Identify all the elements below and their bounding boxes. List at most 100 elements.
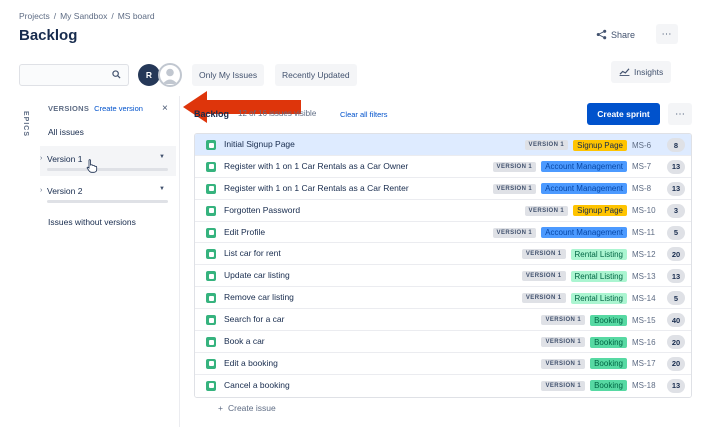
epic-badge[interactable]: Booking [590, 358, 627, 370]
version-item-1[interactable]: › Version 1 ▼ [40, 146, 176, 176]
story-points-badge: 20 [667, 356, 685, 371]
epic-badge[interactable]: Account Management [541, 161, 627, 173]
chevron-down-icon[interactable]: ▼ [159, 154, 165, 160]
create-issue-button[interactable]: + Create issue [218, 403, 276, 413]
insights-button[interactable]: Insights [611, 61, 672, 83]
chevron-right-icon[interactable]: › [40, 155, 42, 162]
epic-badge[interactable]: Booking [590, 336, 627, 348]
issue-key[interactable]: MS-17 [632, 359, 662, 368]
story-icon [206, 293, 216, 304]
issue-summary: Cancel a booking [224, 379, 290, 390]
issue-summary: List car for rent [224, 248, 281, 259]
issue-row[interactable]: Cancel a booking VERSION 1 Booking MS-18 13 [195, 374, 691, 397]
issue-row[interactable]: Book a car VERSION 1 Booking MS-16 20 [195, 331, 691, 353]
versions-title: VERSIONS [48, 104, 90, 113]
issue-row[interactable]: Edit Profile VERSION 1 Account Management M… [195, 221, 691, 244]
create-issue-label: Create issue [227, 403, 276, 413]
breadcrumb-my-sandbox[interactable]: My Sandbox [60, 11, 107, 21]
version-badge: VERSION 1 [541, 358, 586, 369]
epic-badge[interactable]: Signup Page [573, 139, 627, 151]
hand-cursor-icon [86, 159, 98, 175]
epic-badge[interactable]: Booking [590, 380, 627, 392]
version-badge: VERSION 1 [521, 271, 566, 282]
chevron-down-icon[interactable]: ▼ [159, 186, 165, 192]
breadcrumb-projects[interactable]: Projects [19, 11, 50, 21]
version-badge: VERSION 1 [521, 249, 566, 260]
more-actions-button[interactable]: ⋯ [656, 24, 678, 44]
issue-key[interactable]: MS-15 [632, 316, 662, 325]
epic-badge[interactable]: Rental Listing [570, 292, 627, 304]
issues-without-versions-item[interactable]: Issues without versions [48, 217, 136, 227]
issue-summary: Register with 1 on 1 Car Rentals as a Ca… [224, 182, 409, 193]
issue-row[interactable]: Forgotten Password VERSION 1 Signup Page MS… [195, 199, 691, 222]
issue-key[interactable]: MS-7 [632, 162, 662, 171]
epic-badge[interactable]: Signup Page [573, 205, 627, 217]
story-icon [206, 249, 216, 260]
issue-summary: Edit Profile [224, 226, 266, 237]
story-icon [206, 227, 216, 238]
versions-panel: VERSIONS Create version × All issues › V… [38, 96, 180, 427]
version-badge: VERSION 1 [541, 380, 586, 391]
issue-summary: Edit a booking [224, 357, 278, 368]
epic-badge[interactable]: Rental Listing [570, 248, 627, 260]
versions-header: VERSIONS Create version [48, 104, 143, 113]
issue-row[interactable]: Register with 1 on 1 Car Rentals as a Ca… [195, 177, 691, 200]
all-issues-item[interactable]: All issues [48, 127, 84, 137]
issue-row[interactable]: Remove car listing VERSION 1 Rental Listin… [195, 287, 691, 310]
epic-badge[interactable]: Account Management [541, 183, 627, 195]
issue-key[interactable]: MS-10 [632, 206, 662, 215]
breadcrumb-separator: / [53, 11, 57, 21]
issue-key[interactable]: MS-18 [632, 381, 662, 390]
share-button[interactable]: Share [596, 26, 635, 44]
epic-badge[interactable]: Account Management [541, 227, 627, 239]
chevron-right-icon[interactable]: › [40, 187, 42, 194]
search-input[interactable] [20, 65, 108, 85]
only-my-issues-filter[interactable]: Only My Issues [192, 64, 265, 86]
issue-key[interactable]: MS-6 [632, 141, 662, 150]
issue-row[interactable]: List car for rent VERSION 1 Rental Listing… [195, 243, 691, 266]
issue-row[interactable]: Edit a booking VERSION 1 Booking MS-17 20 [195, 352, 691, 375]
epic-badge[interactable]: Rental Listing [570, 270, 627, 282]
epic-badge[interactable]: Booking [590, 314, 627, 326]
recently-updated-filter[interactable]: Recently Updated [275, 64, 357, 86]
story-icon [206, 380, 216, 391]
clear-filters-link[interactable]: Clear all filters [340, 110, 388, 119]
issue-key[interactable]: MS-12 [632, 250, 662, 259]
version-item-2[interactable]: › Version 2 ▼ [40, 178, 176, 208]
version-badge: VERSION 1 [492, 227, 537, 238]
issue-key[interactable]: MS-13 [632, 272, 662, 281]
issue-key[interactable]: MS-16 [632, 338, 662, 347]
issue-key[interactable]: MS-11 [632, 228, 662, 237]
annotation-arrow-icon [183, 90, 305, 126]
breadcrumb-separator: / [111, 11, 114, 21]
version-badge: VERSION 1 [541, 315, 586, 326]
version-badge: VERSION 1 [524, 140, 569, 150]
issue-summary: Register with 1 on 1 Car Rentals as a Ca… [224, 160, 409, 171]
version-name: Version 2 [47, 186, 83, 196]
version-name: Version 1 [47, 154, 83, 164]
issue-meta: VERSION 1 Rental Listing MS-14 5 [521, 290, 685, 306]
user-avatar-icon[interactable] [158, 63, 182, 87]
story-icon [206, 271, 216, 282]
breadcrumb-ms-board[interactable]: MS board [118, 11, 155, 21]
issue-row[interactable]: Register with 1 on 1 Car Rentals as a Ca… [195, 155, 691, 178]
create-sprint-button[interactable]: Create sprint [587, 103, 660, 125]
breadcrumb: Projects / My Sandbox / MS board [19, 11, 155, 21]
issue-summary: Remove car listing [224, 292, 294, 303]
issue-meta: VERSION 1 Booking MS-17 20 [541, 356, 685, 372]
issue-key[interactable]: MS-8 [632, 184, 662, 193]
story-icon [206, 315, 216, 326]
issue-row[interactable]: Search for a car VERSION 1 Booking MS-15 40 [195, 309, 691, 332]
epics-panel-tab[interactable]: EPICS [18, 103, 38, 423]
backlog-more-button[interactable]: ⋯ [668, 103, 692, 125]
close-icon[interactable]: × [162, 103, 168, 114]
avatar[interactable]: R [138, 64, 160, 86]
search-field[interactable] [19, 64, 129, 86]
issue-key[interactable]: MS-14 [632, 294, 662, 303]
create-version-link[interactable]: Create version [94, 104, 143, 113]
story-icon [206, 358, 216, 369]
issue-meta: VERSION 1 Account Management MS-7 13 [492, 159, 685, 175]
issue-row[interactable]: Initial Signup Page VERSION 1 Signup Page M… [195, 134, 691, 156]
issue-row[interactable]: Update car listing VERSION 1 Rental Listin… [195, 265, 691, 288]
version-badge: VERSION 1 [521, 293, 566, 304]
